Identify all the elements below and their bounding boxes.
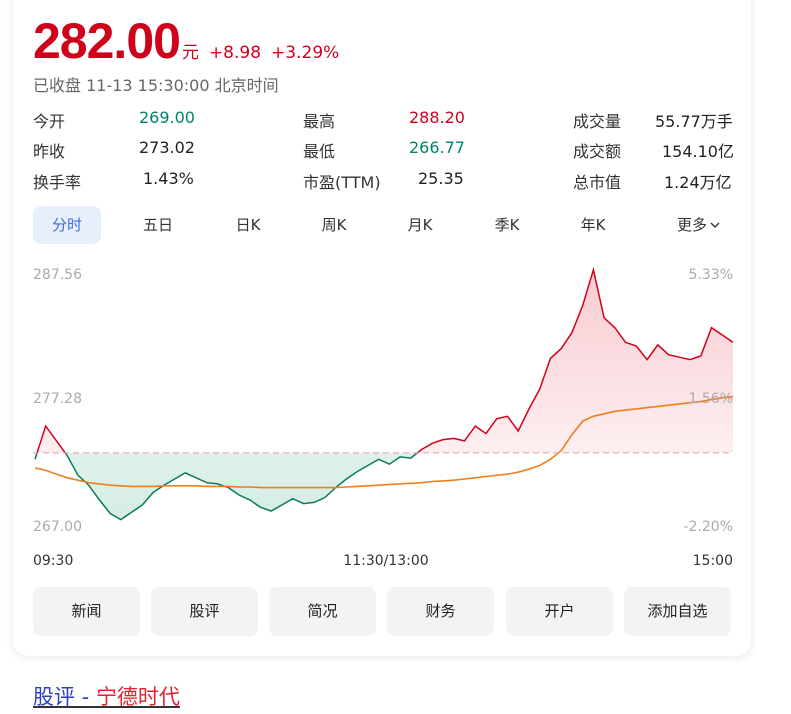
y-right-tick-bottom: -2.20% [683, 519, 733, 535]
stat-label-prev-close: 昨收 [33, 142, 66, 161]
price-change: +8.98 [208, 43, 262, 63]
stat-value-amount: 154.10亿 [662, 142, 734, 161]
profile-button[interactable]: 简况 [269, 587, 376, 636]
y-right-tick-top: 5.33% [689, 267, 733, 283]
stat-label-turnover-rate: 换手率 [33, 173, 82, 192]
market-status: 已收盘 11-13 15:30:00 北京时间 [33, 76, 279, 95]
y-left-tick-top: 287.56 [33, 267, 82, 283]
period-tabs: 分时 五日 日K 周K 月K 季K 年K 更多 [33, 206, 733, 244]
chevron-down-icon [710, 222, 720, 228]
y-right-tick-mid: 1.56% [689, 391, 733, 407]
stat-value-low: 266.77 [409, 138, 465, 157]
y-left-tick-bottom: 267.00 [33, 519, 82, 535]
tab-yearly-k[interactable]: 年K [559, 206, 627, 244]
commentary-button[interactable]: 股评 [151, 587, 258, 636]
news-button[interactable]: 新闻 [33, 587, 140, 636]
commentary-link-company: 宁德时代 [95, 685, 180, 709]
finance-button[interactable]: 财务 [387, 587, 494, 636]
stat-label-high: 最高 [303, 112, 336, 131]
commentary-link[interactable]: 股评 - 宁德时代 [33, 681, 180, 711]
add-watchlist-button[interactable]: 添加自选 [624, 587, 731, 636]
open-account-button[interactable]: 开户 [506, 587, 613, 636]
price-unit: 元 [181, 43, 199, 63]
tab-quarterly-k[interactable]: 季K [473, 206, 541, 244]
tab-daily-k[interactable]: 日K [214, 206, 282, 244]
x-tick-midday: 11:30/13:00 [343, 553, 428, 569]
stat-label-volume: 成交量 [573, 112, 622, 131]
stat-label-open: 今开 [33, 112, 66, 131]
tab-more[interactable]: 更多 [659, 206, 739, 244]
stat-value-high: 288.20 [409, 108, 465, 127]
tab-monthly-k[interactable]: 月K [386, 206, 454, 244]
intraday-chart: 287.56 277.28 267.00 5.33% 1.56% -2.20% … [33, 266, 734, 569]
y-left-tick-mid: 277.28 [33, 391, 82, 407]
tab-more-label: 更多 [676, 216, 707, 234]
stat-value-pe: 25.35 [418, 169, 464, 188]
stat-value-open: 269.00 [139, 108, 195, 127]
price-change-pct: +3.29% [271, 43, 340, 63]
current-price: 282.00 [33, 13, 181, 69]
commentary-link-prefix: 股评 - [33, 685, 96, 709]
x-tick-open: 09:30 [33, 553, 73, 569]
stat-label-low: 最低 [303, 142, 336, 161]
stat-value-market-cap: 1.24万亿 [664, 173, 732, 192]
stat-label-amount: 成交额 [573, 142, 622, 161]
stat-value-volume: 55.77万手 [655, 112, 733, 131]
stat-value-prev-close: 273.02 [139, 138, 195, 157]
x-tick-close: 15:00 [693, 553, 733, 569]
stat-label-pe: 市盈(TTM) [303, 173, 381, 192]
stat-label-market-cap: 总市值 [573, 173, 622, 192]
price-header: 282.00 元 +8.98 +3.29% [33, 12, 339, 70]
stat-value-turnover-rate: 1.43% [143, 169, 194, 188]
tab-weekly-k[interactable]: 周K [300, 206, 368, 244]
tab-five-day[interactable]: 五日 [124, 206, 192, 244]
tab-intraday[interactable]: 分时 [33, 206, 101, 244]
